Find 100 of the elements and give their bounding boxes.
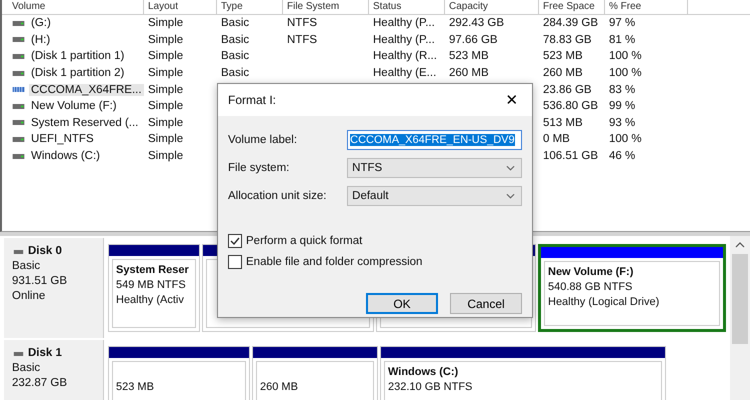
table-cell: 292.43 GB — [449, 17, 504, 30]
table-cell: 46 % — [609, 150, 636, 162]
table-cell: Simple — [148, 84, 184, 96]
volume-name[interactable]: (H:) — [29, 34, 52, 46]
table-cell: 106.51 GB — [543, 150, 598, 162]
close-button[interactable]: ✕ — [492, 84, 532, 116]
drive-icon — [12, 54, 25, 59]
table-cell: NTFS — [287, 34, 318, 46]
partition-detail: Healthy (Activ — [116, 293, 185, 308]
disk-name: Disk 0 — [28, 244, 62, 259]
table-cell: Simple — [148, 133, 184, 146]
table-cell: 23.86 GB — [543, 84, 592, 96]
partition-block[interactable]: 523 MB — [108, 346, 250, 400]
checkbox[interactable] — [228, 234, 242, 248]
dialog-title: Format I: — [228, 93, 276, 107]
dropdown[interactable]: NTFS — [347, 158, 522, 178]
table-cell: 260 MB — [449, 67, 489, 80]
option-label[interactable]: Enable file and folder compression — [246, 256, 422, 268]
volume-label-field[interactable]: CCCOMA_X64FRE_EN-US_DV9 — [347, 130, 522, 150]
dropdown[interactable]: Default — [347, 186, 522, 206]
table-cell: 513 MB — [543, 116, 583, 129]
table-cell: 93 % — [609, 116, 636, 129]
drive-icon — [12, 20, 25, 26]
table-cell: 260 MB — [543, 67, 583, 80]
table-cell: 83 % — [609, 84, 636, 96]
drive-icon — [12, 352, 25, 356]
table-cell: Basic — [221, 34, 250, 46]
partition-detail: 232.10 GB NTFS — [388, 380, 474, 395]
ok-button[interactable]: OK — [366, 293, 438, 314]
table-cell: Simple — [148, 50, 184, 62]
drive-icon — [12, 120, 25, 126]
column-header[interactable]: Free Space — [539, 0, 605, 14]
volume-name[interactable]: New Volume (F:) — [29, 100, 119, 112]
table-cell: Simple — [148, 100, 184, 112]
table-cell: Healthy (P... — [373, 17, 435, 30]
table-cell: 536.80 GB — [543, 100, 598, 112]
drive-icon — [12, 104, 25, 109]
volume-name[interactable]: System Reserved (... — [29, 116, 140, 129]
drive-icon — [12, 154, 25, 159]
partition-title: New Volume (F:) — [548, 265, 634, 280]
disk-name: Disk 1 — [28, 346, 62, 361]
cancel-button[interactable]: Cancel — [450, 293, 522, 314]
volume-name[interactable]: Windows (C:) — [29, 150, 102, 162]
volume-name[interactable]: (Disk 1 partition 2) — [29, 67, 126, 80]
table-cell: 100 % — [609, 50, 642, 62]
column-header[interactable]: File System — [283, 0, 369, 14]
table-cell: Healthy (E... — [373, 67, 436, 80]
table-cell: Healthy (R... — [373, 50, 437, 62]
table-cell: 97 % — [609, 17, 636, 30]
disk-detail: Online — [12, 289, 46, 304]
table-cell: Simple — [148, 67, 184, 80]
volume-name[interactable]: CCCOMA_X64FRE... — [29, 84, 144, 96]
checkbox[interactable] — [228, 254, 242, 268]
disk-info-panel[interactable]: Disk 1 Basic 232.87 GB — [4, 340, 104, 400]
table-cell: 523 MB — [449, 50, 489, 62]
table-cell: 100 % — [609, 133, 642, 146]
partition-block[interactable]: New Volume (F:) 540.88 GB NTFS Healthy (Logical Drive) — [538, 244, 726, 332]
column-header[interactable]: Capacity — [445, 0, 539, 14]
drive-icon — [12, 87, 25, 92]
disk-info-panel[interactable]: Disk 0 Basic 931.51 GB Online — [4, 238, 104, 338]
table-cell: 81 % — [609, 34, 636, 46]
drive-icon — [12, 70, 25, 76]
volume-name[interactable]: (G:) — [29, 17, 53, 30]
volume-name[interactable]: UEFI_NTFS — [29, 133, 96, 146]
table-cell: Simple — [148, 34, 184, 46]
table-cell: 0 MB — [543, 133, 570, 146]
partition-title: System Reser — [116, 263, 190, 278]
field-label: File system: — [228, 162, 290, 174]
disk-detail: Basic — [12, 361, 42, 376]
column-header[interactable]: % Free — [605, 0, 688, 14]
column-header[interactable]: Status — [369, 0, 445, 14]
table-cell: Basic — [221, 67, 250, 80]
field-label: Allocation unit size: — [228, 190, 328, 202]
partition-detail: 540.88 GB NTFS — [548, 280, 634, 295]
partition-block[interactable]: Windows (C:) 232.10 GB NTFS — [380, 346, 666, 400]
partition-block[interactable]: System Reser 549 MB NTFS Healthy (Activ — [108, 244, 200, 332]
table-cell: Simple — [148, 150, 184, 162]
table-cell: NTFS — [287, 17, 318, 30]
chevron-down-icon — [506, 193, 515, 199]
chevron-down-icon — [506, 165, 515, 171]
column-header[interactable]: Layout — [144, 0, 217, 14]
option-label[interactable]: Perform a quick format — [246, 234, 362, 246]
disk-detail: Basic — [12, 259, 42, 274]
partition-detail: 549 MB NTFS — [116, 278, 187, 293]
table-cell: 97.66 GB — [449, 34, 498, 46]
volume-name[interactable]: (Disk 1 partition 1) — [29, 50, 126, 62]
disk-detail: 931.51 GB — [12, 274, 68, 289]
partition-block[interactable]: 260 MB — [252, 346, 378, 400]
partition-detail: 523 MB — [116, 380, 155, 395]
column-header[interactable]: Type — [217, 0, 283, 14]
scrollbar[interactable] — [730, 236, 750, 400]
table-cell: Basic — [221, 50, 250, 62]
table-cell: 523 MB — [543, 50, 583, 62]
table-cell: Basic — [221, 17, 250, 30]
table-cell: 78.83 GB — [543, 34, 592, 46]
field-label: Volume label: — [228, 134, 298, 146]
drive-icon — [12, 37, 25, 42]
table-cell: Healthy (P... — [373, 34, 435, 46]
column-header[interactable]: Volume — [8, 0, 144, 14]
table-cell: 99 % — [609, 100, 636, 112]
